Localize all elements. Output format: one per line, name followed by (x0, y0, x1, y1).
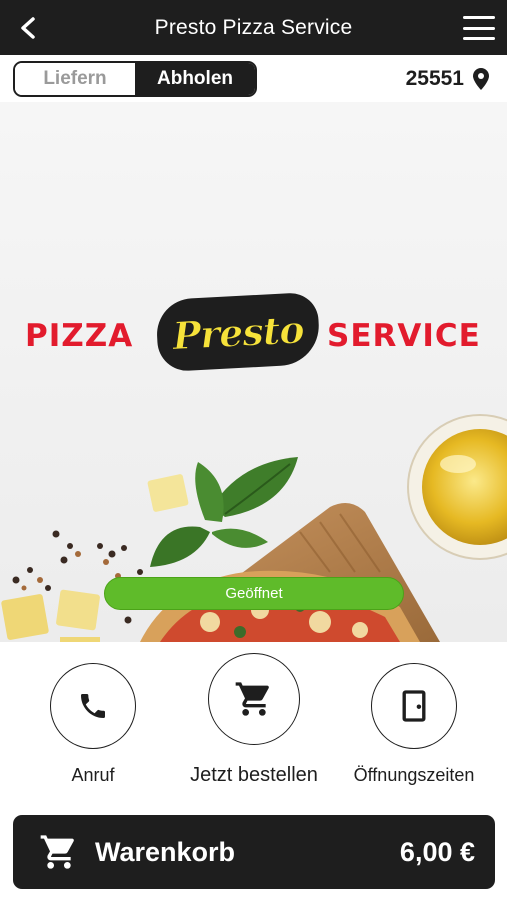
app-header: Presto Pizza Service (0, 0, 507, 55)
logo-word-pizza: PIZZA (25, 318, 134, 354)
delivery-mode-toggle: Liefern Abholen (13, 61, 257, 97)
cart-total: 6,00 € (399, 836, 475, 867)
page-title: Presto Pizza Service (154, 15, 353, 39)
quick-actions: Anruf Jetzt bestellen Öffnungszeiten (0, 642, 507, 802)
hero-banner: PIZZA Presto SERVICE Geöffnet (0, 102, 507, 642)
opening-hours-circle (371, 663, 457, 749)
phone-icon (81, 694, 105, 718)
mode-option-abholen[interactable]: Abholen (135, 63, 255, 95)
location-selector[interactable]: 25551 (406, 67, 489, 91)
logo-word-service: SERVICE (327, 318, 481, 354)
call-button[interactable]: Anruf (50, 642, 136, 786)
cart-label: Warenkorb (95, 836, 236, 867)
cart-button[interactable]: Warenkorb 6,00 € (13, 815, 495, 889)
open-status-badge: Geöffnet (104, 577, 404, 610)
order-button-circle (208, 653, 300, 745)
order-now-button[interactable]: Jetzt bestellen (190, 642, 318, 787)
logo-brand-name: Presto (171, 306, 305, 359)
chevron-left-icon (21, 17, 35, 39)
cart-icon (40, 835, 74, 869)
mode-option-liefern[interactable]: Liefern (15, 63, 135, 95)
opening-hours-label: Öffnungszeiten (353, 765, 475, 785)
call-label: Anruf (71, 765, 115, 785)
menu-button[interactable] (461, 13, 497, 43)
order-now-label: Jetzt bestellen (190, 764, 318, 786)
postal-code: 25551 (405, 67, 464, 90)
logo-presto-badge: Presto (155, 291, 321, 373)
door-icon (402, 690, 426, 722)
mode-row: Liefern Abholen 25551 (0, 55, 507, 102)
brand-logo: PIZZA Presto SERVICE (0, 291, 507, 374)
call-button-circle (50, 663, 136, 749)
cart-icon (235, 682, 269, 716)
map-pin-icon (473, 68, 489, 90)
hamburger-menu-icon (463, 16, 495, 19)
back-button[interactable] (12, 12, 44, 44)
opening-hours-button[interactable]: Öffnungszeiten (353, 642, 475, 786)
